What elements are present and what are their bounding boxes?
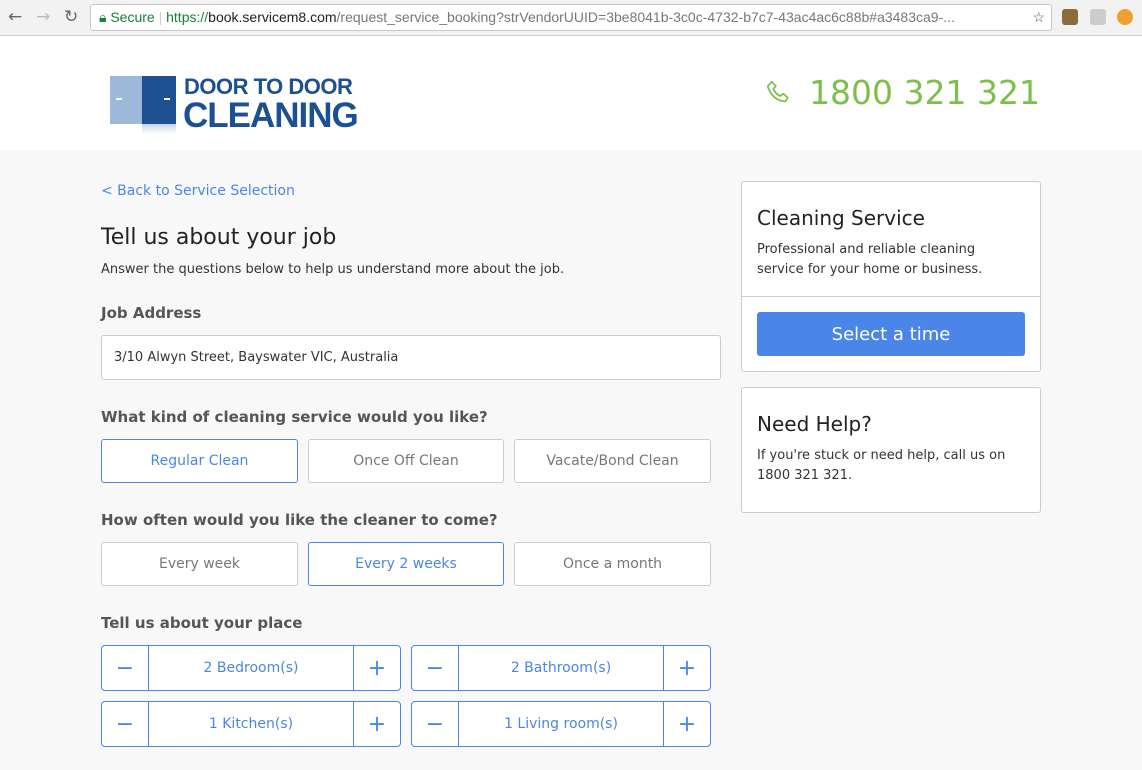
stepper-value: 1 Living room(s) — [458, 702, 664, 746]
frequency-question: How often would you like the cleaner to … — [101, 511, 498, 529]
stepper-value: 1 Kitchen(s) — [148, 702, 354, 746]
place-label: Tell us about your place — [101, 614, 303, 632]
service-description: Professional and reliable cleaning servi… — [757, 242, 983, 277]
bedroom-stepper: − 2 Bedroom(s) + — [101, 645, 401, 691]
stepper-value: 2 Bathroom(s) — [458, 646, 664, 690]
lock-icon: 🔒︎ — [99, 9, 107, 25]
service-card: Cleaning Service Professional and reliab… — [741, 181, 1041, 372]
select-time-button[interactable]: Select a time — [757, 312, 1025, 356]
living-room-stepper: − 1 Living room(s) + — [411, 701, 711, 747]
page-subtitle: Answer the questions below to help us un… — [101, 262, 565, 277]
option-every-2-weeks[interactable]: Every 2 weeks — [308, 542, 504, 586]
phone-number[interactable]: 1800 321 321 — [763, 73, 1040, 112]
forward-arrow-icon[interactable]: → — [36, 7, 50, 27]
job-address-label: Job Address — [101, 304, 202, 322]
back-to-service-link[interactable]: < Back to Service Selection — [101, 183, 295, 199]
option-once-a-month[interactable]: Once a month — [514, 542, 711, 586]
page-title: Tell us about your job — [101, 225, 337, 250]
option-once-off-clean[interactable]: Once Off Clean — [308, 439, 504, 483]
address-bar[interactable]: 🔒︎ Secure | https://book.servicem8.com/r… — [90, 4, 1052, 31]
door-icon — [110, 76, 142, 124]
door-icon — [142, 76, 176, 124]
door-reflection — [142, 124, 176, 134]
increment-button[interactable]: + — [664, 702, 710, 746]
secure-label: Secure — [110, 9, 155, 25]
option-regular-clean[interactable]: Regular Clean — [101, 439, 298, 483]
browser-toolbar: ← → ↻ 🔒︎ Secure | https://book.servicem8… — [0, 0, 1142, 36]
help-title: Need Help? — [757, 412, 872, 436]
extension-g-icon[interactable] — [1090, 9, 1106, 25]
site-header: DOOR TO DOOR CLEANING 1800 321 321 — [0, 36, 1142, 150]
url-path: /request_service_booking?strVendorUUID=3… — [336, 9, 955, 25]
decrement-button[interactable]: − — [102, 646, 148, 690]
help-text: If you're stuck or need help, call us on… — [757, 448, 1006, 483]
extension-upload-icon[interactable] — [1117, 9, 1133, 25]
service-title: Cleaning Service — [757, 206, 925, 230]
logo-line2: CLEANING — [183, 96, 359, 135]
service-question: What kind of cleaning service would you … — [101, 408, 488, 426]
logo[interactable]: DOOR TO DOOR CLEANING — [110, 74, 360, 136]
increment-button[interactable]: + — [664, 646, 710, 690]
stepper-value: 2 Bedroom(s) — [148, 646, 354, 690]
increment-button[interactable]: + — [354, 646, 400, 690]
decrement-button[interactable]: − — [412, 702, 458, 746]
url-host: book.servicem8.com — [208, 9, 337, 25]
bathroom-stepper: − 2 Bathroom(s) + — [411, 645, 711, 691]
extension-icon[interactable] — [1062, 9, 1078, 25]
increment-button[interactable]: + — [354, 702, 400, 746]
url-scheme: https:// — [166, 9, 209, 25]
reload-icon[interactable]: ↻ — [64, 7, 78, 27]
star-icon[interactable]: ☆ — [1032, 5, 1045, 30]
decrement-button[interactable]: − — [412, 646, 458, 690]
help-card: Need Help? If you're stuck or need help,… — [741, 387, 1041, 513]
kitchen-stepper: − 1 Kitchen(s) + — [101, 701, 401, 747]
option-every-week[interactable]: Every week — [101, 542, 298, 586]
phone-icon — [766, 80, 789, 102]
job-address-input[interactable] — [101, 335, 721, 380]
option-vacate-bond-clean[interactable]: Vacate/Bond Clean — [514, 439, 711, 483]
decrement-button[interactable]: − — [102, 702, 148, 746]
phone-text: 1800 321 321 — [809, 73, 1040, 112]
back-arrow-icon[interactable]: ← — [8, 7, 22, 27]
